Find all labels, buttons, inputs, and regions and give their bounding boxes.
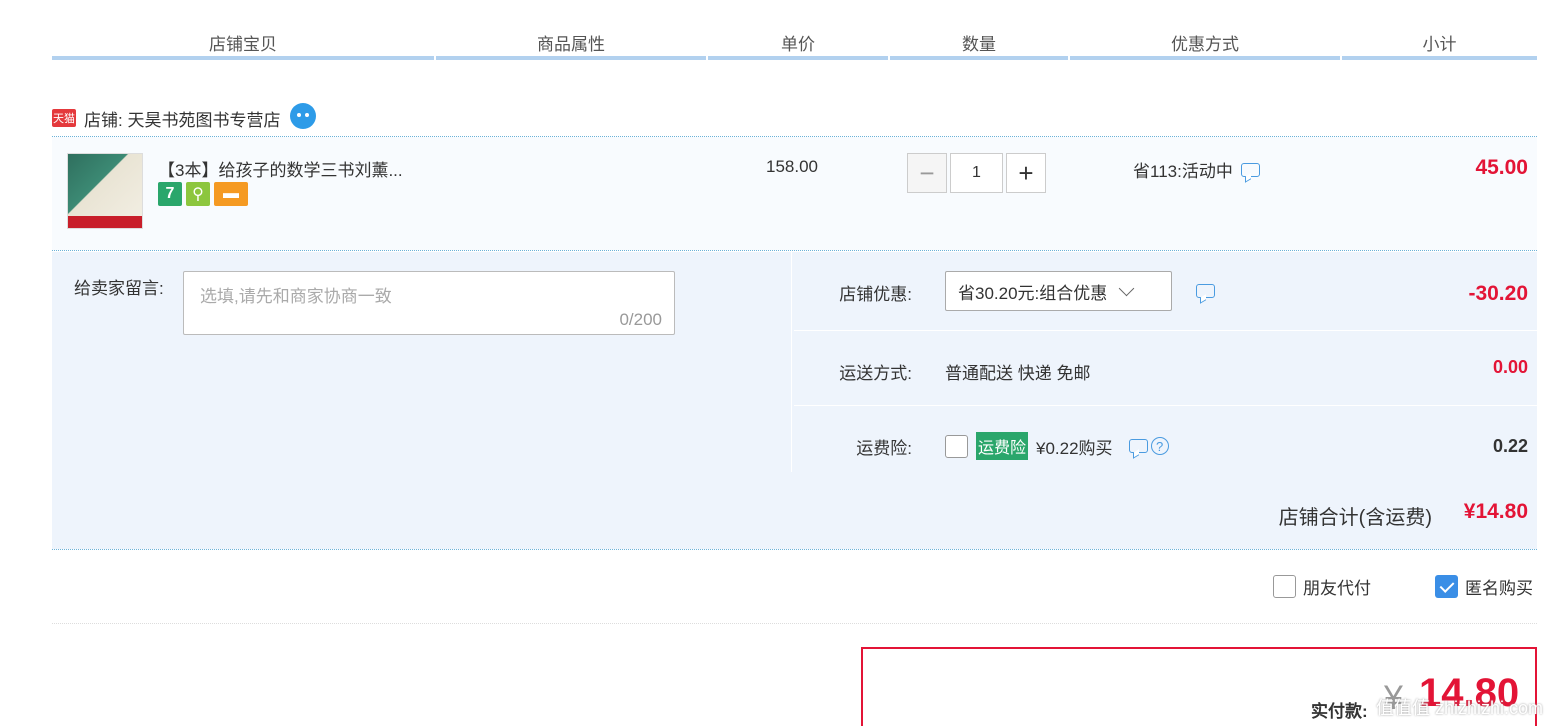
chevron-down-icon xyxy=(1118,280,1135,296)
shipping-amount: 0.00 xyxy=(1492,357,1528,377)
discount-info-icon[interactable] xyxy=(1196,284,1215,298)
help-icon[interactable]: ? xyxy=(1150,437,1169,455)
watermark-logo: 值值值 zhizhizhi.com xyxy=(1375,698,1543,718)
shop-total-value: ¥14.80 xyxy=(1463,500,1528,523)
insurance-info-icon[interactable] xyxy=(1128,439,1148,453)
insurance-amount: 0.22 xyxy=(1492,436,1528,456)
shop-row: 天猫 店铺: 天昊书苑图书专营店 xyxy=(52,100,317,136)
shop-discount-control: 省30.20元:组合优惠 xyxy=(945,271,1215,311)
increase-quantity-button[interactable]: + xyxy=(1006,153,1046,193)
product-thumbnail[interactable] xyxy=(67,153,143,229)
friend-pay-label: 朋友代付 xyxy=(1303,579,1371,598)
shop-discount-select[interactable]: 省30.20元:组合优惠 xyxy=(945,271,1172,311)
header-quantity: 数量 xyxy=(890,30,1068,60)
shop-discount-label: 店铺优惠: xyxy=(839,285,912,304)
insurance-price: ¥0.22购买 xyxy=(1036,438,1113,458)
credit-card-icon[interactable]: ▬ xyxy=(214,182,248,206)
seller-message-section: 给卖家留言: 选填,请先和商家协商一致 0/200 xyxy=(52,252,792,472)
insurance-badge: 运费险 xyxy=(976,432,1029,460)
divider xyxy=(52,623,1537,624)
anonymous-buy-checkbox[interactable] xyxy=(1435,575,1458,598)
insurance-row: 运费险: 运费险 ¥0.22购买 ? 0.22 xyxy=(794,406,1537,472)
shop-discount-row: 店铺优惠: 省30.20元:组合优惠 -30.20 xyxy=(794,252,1537,331)
seven-day-return-icon[interactable]: 7 xyxy=(158,182,182,206)
tmall-icon: 天猫 xyxy=(52,109,76,127)
header-subtotal: 小计 xyxy=(1342,30,1537,60)
quantity-stepper: − 1 + xyxy=(907,153,1046,193)
wangwang-chat-icon[interactable] xyxy=(290,103,317,129)
shop-total-label: 店铺合计(含运费) xyxy=(1278,507,1432,529)
insurance-checkbox[interactable] xyxy=(945,434,968,458)
seller-message-label: 给卖家留言: xyxy=(74,279,164,298)
divider xyxy=(52,250,1537,251)
header-attributes: 商品属性 xyxy=(436,30,706,60)
shipping-row: 运送方式: 普通配送 快递 免邮 0.00 xyxy=(794,331,1537,406)
header-shop-item: 店铺宝贝 xyxy=(52,30,434,60)
order-options-panel: 给卖家留言: 选填,请先和商家协商一致 0/200 店铺优惠: 省30.20元:… xyxy=(52,252,1537,549)
header-promotion: 优惠方式 xyxy=(1070,30,1340,60)
promotion-info-icon[interactable] xyxy=(1240,162,1260,177)
seller-message-input[interactable]: 选填,请先和商家协商一致 0/200 xyxy=(183,271,675,335)
product-title-link[interactable]: 【3本】给孩子的数学三书刘薰... xyxy=(158,156,403,181)
promotion-text: 省113:活动中 xyxy=(1133,162,1233,181)
insurance-label: 运费险: xyxy=(856,439,912,458)
decrease-quantity-button[interactable]: − xyxy=(907,153,947,193)
quantity-input[interactable]: 1 xyxy=(950,153,1003,193)
unit-price: 158.00 xyxy=(766,157,818,176)
divider xyxy=(52,549,1537,550)
item-promotion: 省113:活动中 xyxy=(1133,157,1260,182)
friend-pay-option[interactable]: 朋友代付 xyxy=(1273,574,1371,599)
cart-item-row: 【3本】给孩子的数学三书刘薰... 7 ⚲ ▬ 158.00 − 1 + 省11… xyxy=(52,137,1537,250)
character-counter: 0/200 xyxy=(619,310,662,329)
shop-name-link[interactable]: 店铺: 天昊书苑图书专营店 xyxy=(84,106,280,131)
shop-discount-selected: 省30.20元:组合优惠 xyxy=(958,283,1108,303)
insurance-control: 运费险 ¥0.22购买 ? xyxy=(945,432,1169,460)
header-unit-price: 单价 xyxy=(708,30,888,60)
anonymous-buy-option[interactable]: 匿名购买 xyxy=(1435,574,1533,599)
friend-pay-checkbox[interactable] xyxy=(1273,575,1296,598)
shipping-method: 普通配送 快递 免邮 xyxy=(945,364,1091,383)
item-subtotal: 45.00 xyxy=(1475,156,1528,179)
anonymous-buy-label: 匿名购买 xyxy=(1465,579,1533,598)
payment-label: 实付款: xyxy=(1311,702,1368,721)
consumer-protect-icon[interactable]: ⚲ xyxy=(186,182,210,206)
shipping-label: 运送方式: xyxy=(839,364,912,383)
service-icons: 7 ⚲ ▬ xyxy=(158,182,248,206)
shop-discount-amount: -30.20 xyxy=(1468,282,1528,305)
seller-message-placeholder: 选填,请先和商家协商一致 xyxy=(200,287,392,306)
shop-total-row: 店铺合计(含运费) ¥14.80 xyxy=(52,474,1537,549)
